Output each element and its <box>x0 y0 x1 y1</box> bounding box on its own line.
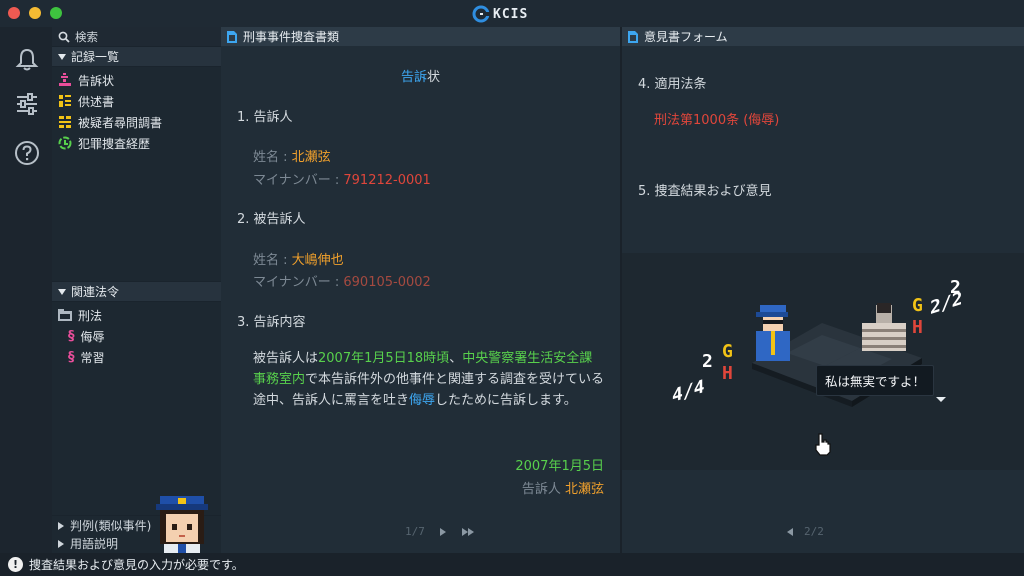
accused-name-row: 姓名 : 大嶋伸也 <box>253 253 344 268</box>
complaint-icon <box>59 73 71 86</box>
record-item-label: 犯罪捜査経歴 <box>78 136 151 151</box>
complainant-name[interactable]: 北瀬弦 <box>292 150 331 165</box>
search-bar[interactable]: 検索 <box>52 27 221 46</box>
status-message: 捜査結果および意見の入力が必要です。 <box>29 558 244 572</box>
close-window-button[interactable] <box>8 7 20 19</box>
laws-tree: 刑法 § 侮辱 § 常習 <box>52 302 221 515</box>
opinion-panel-header: 意見書フォーム <box>622 27 1024 46</box>
app-logo: KCIS <box>472 4 528 24</box>
sliders-icon[interactable] <box>14 91 40 117</box>
section-5-heading[interactable]: 5. 捜査結果および意見 <box>638 180 772 204</box>
accused-name[interactable]: 大嶋伸也 <box>292 253 344 268</box>
document-icon <box>227 30 237 43</box>
section-1-heading: 1. 告訴人 <box>237 110 293 125</box>
statement-icon <box>59 95 71 107</box>
opinion-panel-title: 意見書フォーム <box>644 30 728 44</box>
bell-icon[interactable] <box>14 47 40 73</box>
law-item-habitual[interactable]: § 常習 <box>68 348 105 366</box>
accused-id-row: マイナンバー : 690105-0002 <box>253 275 431 290</box>
signature-row: 告訴人 北瀬弦 <box>521 482 604 497</box>
law-item-label: 侮辱 <box>80 329 105 344</box>
law-item-label: 刑法 <box>78 308 103 323</box>
document-panel-header: 刑事事件捜査書類 <box>221 27 620 46</box>
previous-page-icon[interactable] <box>786 527 794 537</box>
document-panel-title: 刑事事件捜査書類 <box>243 30 340 44</box>
document-icon <box>628 30 638 43</box>
record-item-label: 告訴状 <box>78 73 115 88</box>
section-icon: § <box>68 328 75 344</box>
icon-rail <box>0 27 52 553</box>
history-icon <box>58 136 72 150</box>
record-item-complaint[interactable]: 告訴状 <box>58 71 114 89</box>
records-heading: 記録一覧 <box>71 50 120 64</box>
suspect-speech-bubble: 私は無実ですよ！ <box>816 365 935 396</box>
section-glossary[interactable]: 用語説明 <box>58 535 118 552</box>
complaint-body: 被告訴人は2007年1月5日18時頃、中央警察署生活安全課事務室内で本告訴件外の… <box>253 351 605 408</box>
last-page-icon[interactable] <box>461 527 475 537</box>
record-item-label: 供述書 <box>78 94 115 109</box>
search-icon <box>58 31 70 43</box>
section-2-heading: 2. 被告訴人 <box>237 212 306 227</box>
status-bar: ! 捜査結果および意見の入力が必要です。 <box>0 553 1024 576</box>
record-item-interrogation[interactable]: 被疑者尋問調書 <box>58 113 162 131</box>
accused-id[interactable]: 690105-0002 <box>343 275 430 290</box>
folder-icon <box>58 309 72 321</box>
sidebar: 検索 記録一覧 告訴状 供述書 被疑者尋問調書 犯罪捜査経歴 関連法令 刑法 §… <box>52 27 221 553</box>
document-panel: 告訴状 1. 告訴人 姓名 : 北瀬弦 マイナンバー : 791212-0001… <box>221 46 620 553</box>
document-title: 告訴状 <box>400 70 441 85</box>
complainant-name-row: 姓名 : 北瀬弦 <box>253 150 331 165</box>
complainant-id[interactable]: 791212-0001 <box>343 173 430 188</box>
section-label: 用語説明 <box>70 537 119 551</box>
laws-section-header[interactable]: 関連法令 <box>52 282 221 301</box>
suspect-stat-h: H <box>912 317 923 338</box>
record-item-history[interactable]: 犯罪捜査経歴 <box>58 134 150 152</box>
title-bar: KCIS <box>0 0 1024 27</box>
section-4-heading: 4. 適用法条 <box>638 77 707 92</box>
app-title: KCIS <box>493 6 529 22</box>
opinion-pager: 2/2 <box>786 525 824 538</box>
complainant-id-row: マイナンバー : 791212-0001 <box>253 173 431 188</box>
officer-stat-top: 2 <box>702 351 713 372</box>
expand-triangle-icon <box>58 521 64 530</box>
search-label: 検索 <box>75 29 98 44</box>
law-item-label: 常習 <box>80 350 105 365</box>
opinion-page-indicator: 2/2 <box>804 525 824 538</box>
applied-law-field[interactable]: 刑法第1000条 (侮辱) <box>654 109 779 133</box>
section-icon: § <box>68 349 75 365</box>
offense-keyword[interactable]: 侮辱 <box>409 393 435 408</box>
section-precedents[interactable]: 判例(類似事件) <box>58 517 151 534</box>
records-section-header[interactable]: 記録一覧 <box>52 47 221 66</box>
hand-cursor-icon <box>815 433 831 456</box>
records-list: 告訴状 供述書 被疑者尋問調書 犯罪捜査経歴 <box>52 67 221 281</box>
maximize-window-button[interactable] <box>50 7 62 19</box>
law-item-insult[interactable]: § 侮辱 <box>68 327 105 345</box>
document-pager: 1/7 <box>405 525 475 538</box>
collapse-triangle-icon <box>58 288 66 295</box>
opinion-footer <box>622 470 1024 553</box>
interrogation-icon <box>59 116 71 128</box>
expand-triangle-icon <box>58 539 64 548</box>
laws-heading: 関連法令 <box>71 285 120 299</box>
help-icon[interactable] <box>14 140 40 166</box>
speech-tail <box>936 397 946 402</box>
signature-date: 2007年1月5日 <box>515 459 604 474</box>
law-item-criminal-code[interactable]: 刑法 <box>58 306 102 324</box>
officer-stat-h: H <box>722 363 733 384</box>
minimize-window-button[interactable] <box>29 7 41 19</box>
alert-icon: ! <box>8 557 23 572</box>
opinion-form: 4. 適用法条 刑法第1000条 (侮辱) 5. 捜査結果および意見 <box>622 46 1024 253</box>
section-label: 判例(類似事件) <box>70 519 152 533</box>
record-item-statement[interactable]: 供述書 <box>58 92 114 110</box>
document-page-indicator: 1/7 <box>405 525 425 538</box>
collapse-triangle-icon <box>58 53 66 60</box>
next-page-icon[interactable] <box>439 527 447 537</box>
incident-datetime[interactable]: 2007年1月5日18時頃 <box>318 351 449 366</box>
section-3-heading: 3. 告訴内容 <box>237 315 306 330</box>
record-item-label: 被疑者尋問調書 <box>78 115 163 130</box>
logo-icon <box>472 5 490 23</box>
suspect-stat-g: G <box>912 295 923 316</box>
officer-stat-g: G <box>722 341 733 362</box>
